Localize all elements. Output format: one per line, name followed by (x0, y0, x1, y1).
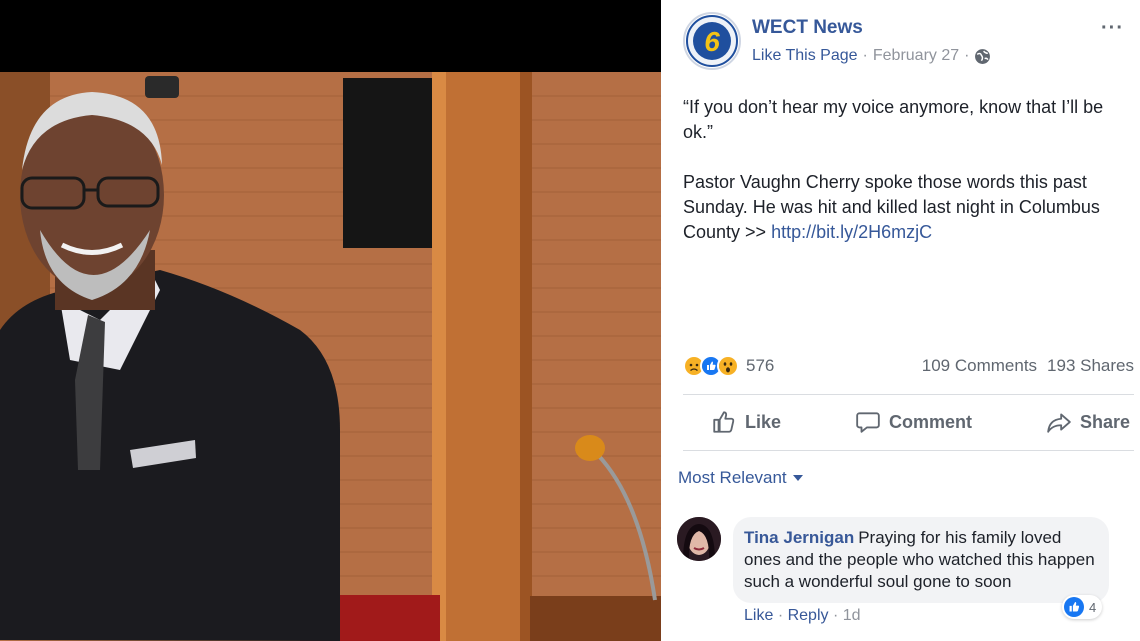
comment-reactions[interactable]: 4 (1062, 595, 1103, 619)
share-button[interactable]: Share (1046, 409, 1130, 435)
meta-separator: · (862, 47, 868, 64)
avatar[interactable] (677, 517, 721, 561)
photo-image (0, 0, 661, 641)
divider (683, 450, 1134, 451)
meta-separator: · (964, 47, 970, 64)
comment-age[interactable]: 1d (843, 607, 861, 624)
share-icon (1047, 413, 1071, 433)
page-logo[interactable]: 6 (683, 12, 741, 70)
post-link[interactable]: http://bit.ly/2H6mzjC (771, 222, 932, 242)
reaction-summary[interactable]: 576 (683, 352, 774, 380)
comment-button[interactable]: Comment (855, 409, 972, 435)
comment-reply-link[interactable]: Reply (788, 607, 829, 624)
post-panel: 6 WECT News Like This Page · February 27… (661, 0, 1140, 641)
comment-sort-dropdown[interactable]: Most Relevant (678, 468, 803, 488)
comment-label: Comment (888, 411, 972, 432)
post-quote: “If you don’t hear my voice anymore, kno… (683, 97, 1104, 142)
like-button[interactable]: Like (711, 409, 781, 435)
comment-bubble: Tina Jernigan Praying for his family love… (733, 517, 1109, 603)
thumbs-up-icon (713, 411, 735, 433)
post-meta: Like This Page · February 27 · (752, 47, 991, 65)
like-reaction-icon (1064, 597, 1084, 617)
comment-icon (856, 412, 880, 433)
divider (683, 394, 1134, 395)
meta-separator: · (832, 607, 839, 624)
globe-icon (974, 48, 991, 65)
post-date[interactable]: February 27 (873, 47, 959, 65)
reaction-count: 576 (746, 356, 775, 375)
post-actions: Like Comment Share (683, 396, 1134, 448)
chevron-down-icon (792, 475, 803, 481)
comment-like-link[interactable]: Like (744, 607, 773, 624)
comment-author[interactable]: Tina Jernigan (744, 528, 854, 547)
wow-reaction-icon (717, 355, 739, 377)
sort-label: Most Relevant (678, 468, 787, 487)
post-photo[interactable] (0, 0, 661, 641)
share-label: Share (1079, 411, 1130, 432)
engagement-counts: 109 Comments 193 Shares (922, 356, 1134, 376)
like-page-link[interactable]: Like This Page (752, 47, 858, 65)
post-body: Pastor Vaughn Cherry spoke those words t… (683, 170, 1138, 245)
shares-count[interactable]: 193 Shares (1047, 356, 1134, 375)
more-options-button[interactable]: ··· (1101, 17, 1124, 40)
page-name[interactable]: WECT News (752, 17, 863, 39)
meta-separator: · (777, 607, 784, 624)
comments-count[interactable]: 109 Comments (922, 356, 1037, 375)
comment-reaction-count: 4 (1089, 599, 1097, 615)
like-label: Like (745, 411, 782, 432)
comment-actions: Like · Reply · 1d (744, 607, 861, 625)
post-text: “If you don’t hear my voice anymore, kno… (683, 95, 1138, 270)
logo-text: 6 (704, 26, 720, 57)
